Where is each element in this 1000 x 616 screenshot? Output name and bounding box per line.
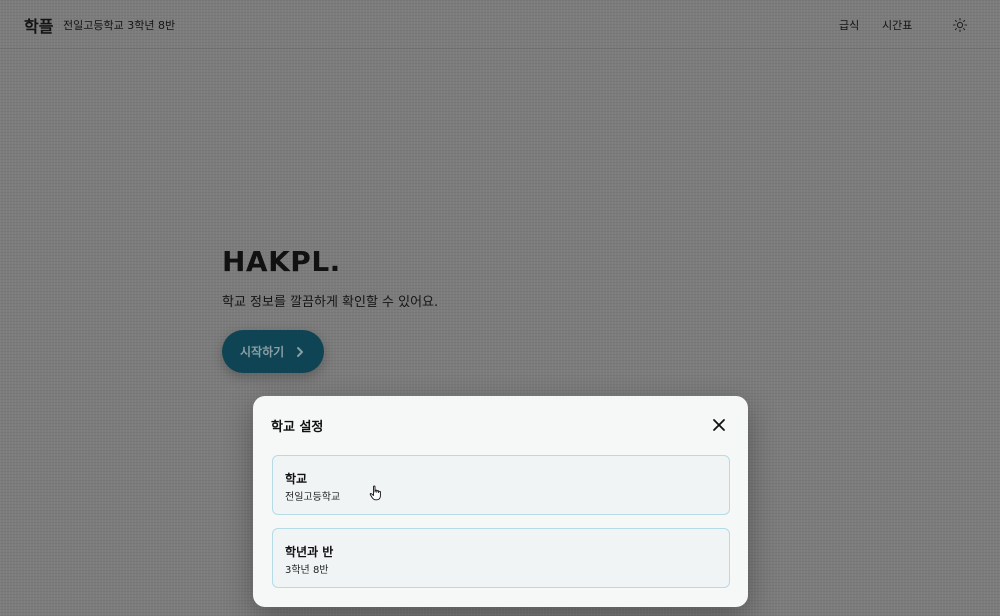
start-button[interactable]: 시작하기 [222,330,324,373]
chevron-right-icon [294,346,306,358]
nav-link-timetable[interactable]: 시간표 [882,17,912,33]
modal-title: 학교 설정 [271,420,324,435]
hand-cursor-icon [369,485,383,501]
grade-class-card-label: 학년과 반 [285,545,334,559]
close-icon[interactable] [711,417,727,433]
selected-school-label: 전일고등학교 3학년 8반 [63,19,176,32]
hero-subtitle: 학교 정보를 깔끔하게 확인할 수 있어요. [222,295,439,310]
grade-class-select-card[interactable]: 학년과 반 3학년 8반 [272,528,730,588]
nav-link-meal[interactable]: 급식 [839,17,859,33]
app-logo[interactable]: 학플 [24,13,53,37]
top-header: 학플 전일고등학교 3학년 8반 급식 시간표 [0,0,1000,49]
school-settings-modal: 학교 설정 학교 전일고등학교 학년과 반 3학년 8반 [253,396,748,607]
grade-class-card-value: 3학년 8반 [285,565,329,576]
school-card-label: 학교 [285,472,308,486]
hero-title: HAKPL. [222,245,341,278]
sun-icon[interactable] [951,16,969,34]
school-select-card[interactable]: 학교 전일고등학교 [272,455,730,515]
school-card-value: 전일고등학교 [285,492,341,503]
start-button-label: 시작하기 [240,345,285,359]
